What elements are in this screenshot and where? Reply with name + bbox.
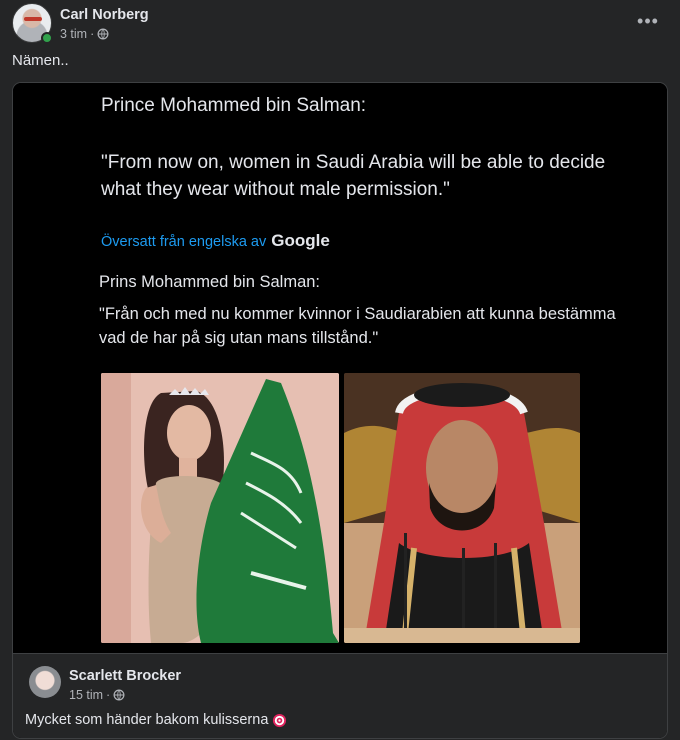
shared-author-avatar[interactable] [29,666,61,698]
avatar-glasses [24,17,42,21]
translated-text: "Från och med nu kommer kvinnor i Saudia… [99,305,616,347]
prince-illustration [344,373,580,643]
author-name[interactable]: Carl Norberg [60,7,149,23]
shared-image[interactable]: Prince Mohammed bin Salman: "From now on… [13,83,667,653]
direct-hit-icon [273,713,287,727]
shared-post-meta: 15 tim · [69,688,125,702]
shared-post-text: Mycket som händer bakom kulisserna [25,712,269,728]
globe-icon [113,689,125,701]
translation-note: Översatt från engelska av Google [101,231,330,251]
google-logo: Google [271,231,330,250]
shared-post-footer: Scarlett Brocker 15 tim · Mycket som hän… [13,653,667,738]
quote-heading: Prince Mohammed bin Salman: [101,95,367,116]
meta-separator: · [90,27,95,41]
globe-icon [97,28,109,40]
shared-author-name[interactable]: Scarlett Brocker [69,668,181,684]
shared-post-text-row: Mycket som händer bakom kulisserna [25,712,287,728]
post-meta: 3 tim · [60,27,109,41]
photo-prince [344,373,580,643]
photo-woman-with-flag [101,373,339,643]
shared-post-card[interactable]: Prince Mohammed bin Salman: "From now on… [12,82,668,739]
translated-heading: Prins Mohammed bin Salman: [99,273,321,291]
post-header: Carl Norberg 3 tim · ••• [12,3,668,47]
shared-post-time[interactable]: 15 tim [69,688,103,702]
online-status-icon [41,32,53,44]
post-time[interactable]: 3 tim [60,27,87,41]
woman-with-flag-illustration [101,373,339,643]
post-text: Nämen.. [12,52,69,69]
translation-label: Översatt från engelska av [101,234,267,250]
more-options-button[interactable]: ••• [636,9,660,33]
quote-text: "From now on, women in Saudi Arabia will… [101,152,606,200]
meta-separator: · [106,688,111,702]
